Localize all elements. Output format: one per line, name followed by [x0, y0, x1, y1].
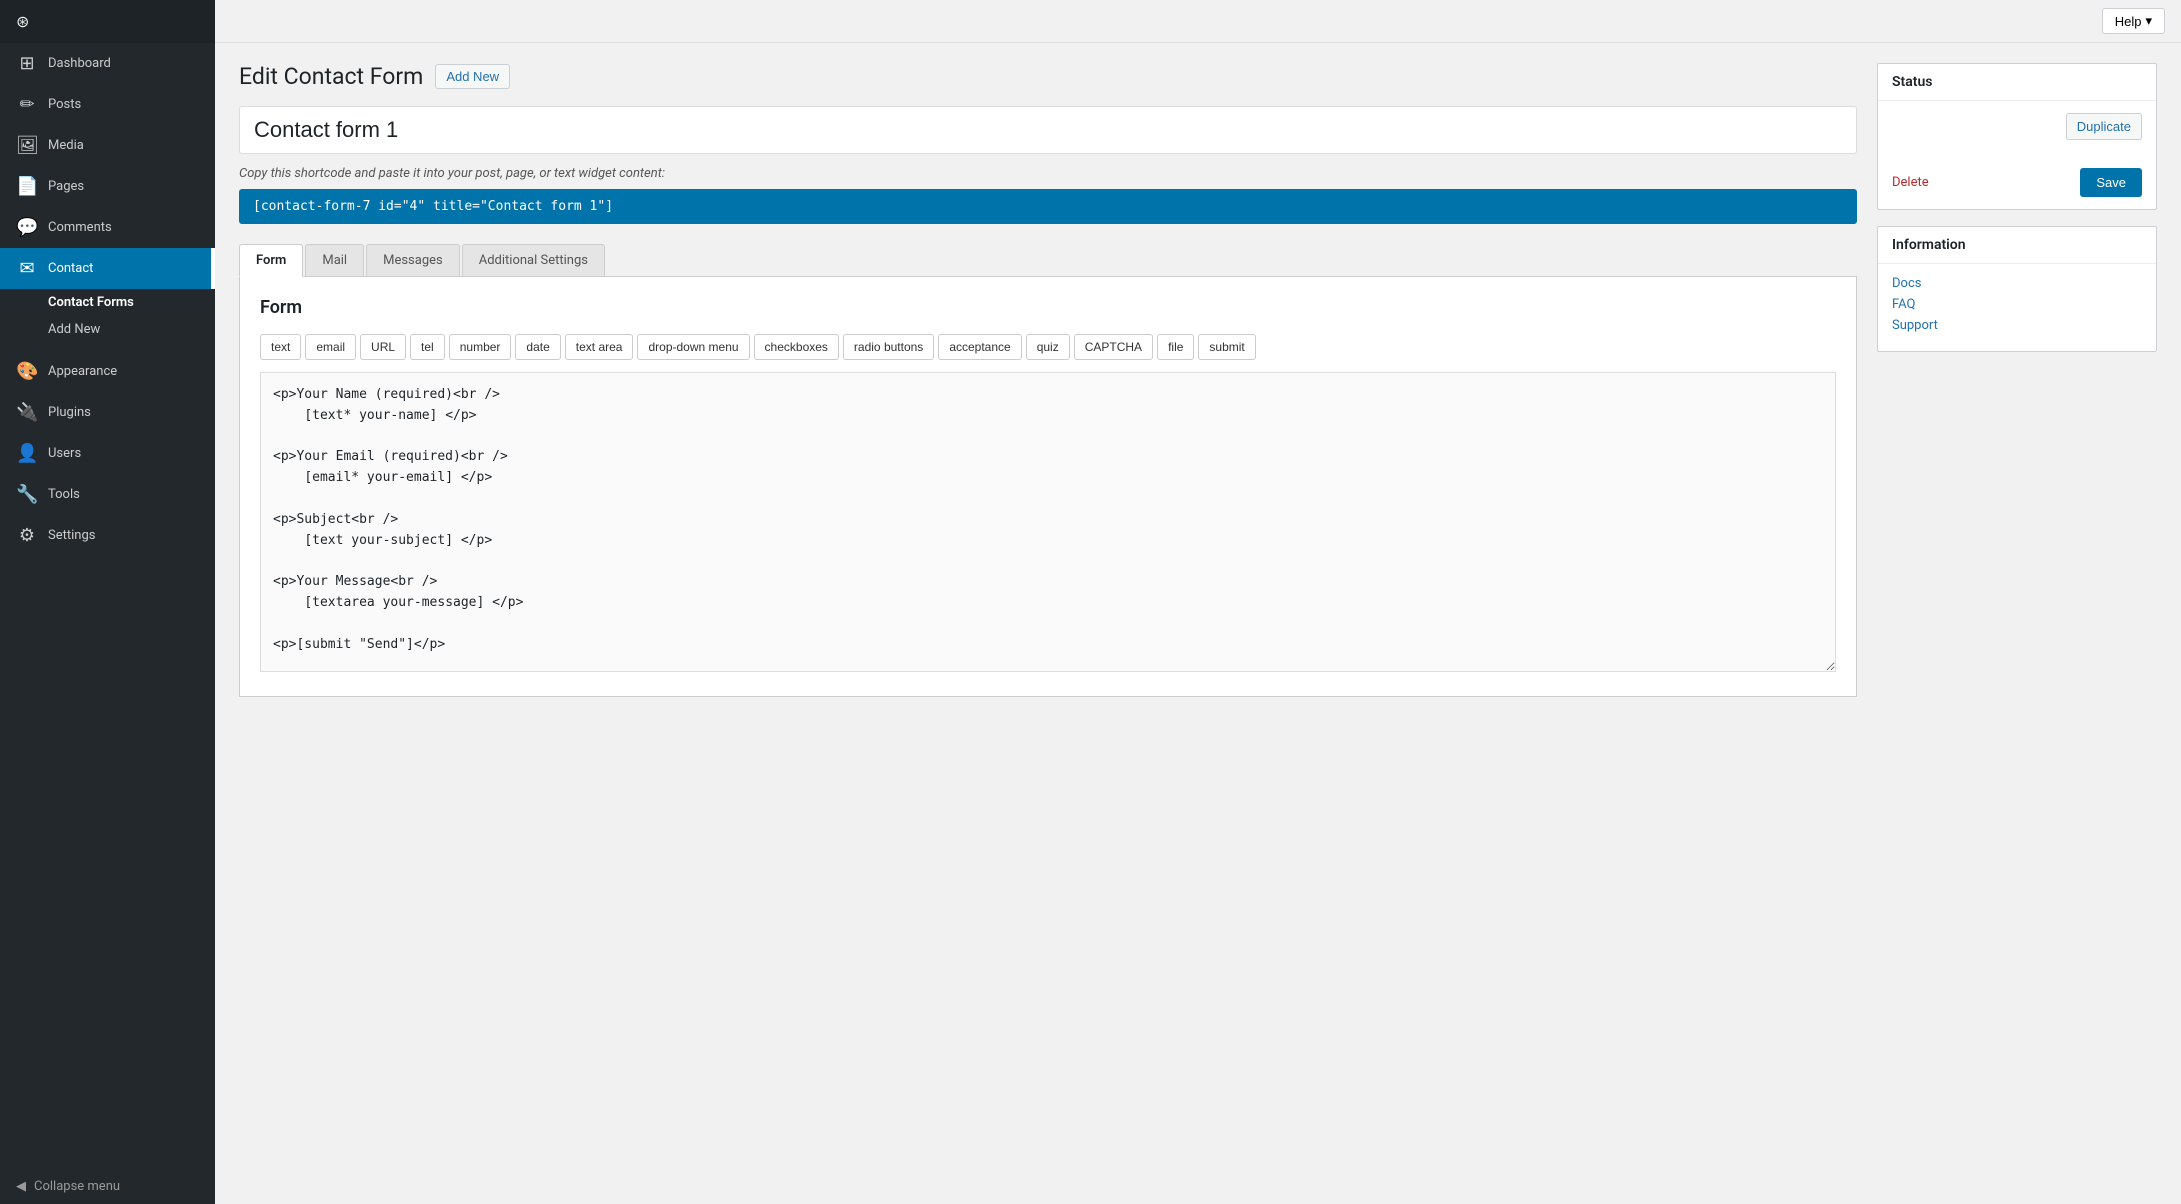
sidebar-item-label: Pages: [48, 179, 84, 194]
tab-form[interactable]: Form: [239, 244, 303, 277]
appearance-icon: 🎨: [16, 361, 38, 382]
comments-icon: 💬: [16, 217, 38, 238]
tag-button-email[interactable]: email: [305, 334, 356, 360]
dashboard-icon: ⊞: [16, 53, 38, 74]
wp-logo-icon: ⊛: [16, 12, 29, 31]
shortcode-box[interactable]: [contact-form-7 id="4" title="Contact fo…: [239, 189, 1857, 224]
sidebar-nav-contact[interactable]: ✉ Contact: [0, 248, 215, 289]
tag-button-text-area[interactable]: text area: [565, 334, 634, 360]
sidebar-nav-plugins[interactable]: 🔌 Plugins: [0, 392, 215, 433]
sidebar-item-label: Users: [48, 446, 81, 461]
tab-mail[interactable]: Mail: [305, 244, 364, 276]
sidebar-item-contact-forms[interactable]: Contact Forms: [0, 289, 215, 316]
media-icon: 🖼: [16, 135, 38, 156]
form-panel: Form textemailURLtelnumberdatetext aread…: [239, 277, 1857, 697]
sidebar-item-label: Contact: [48, 261, 93, 276]
tag-button-tel[interactable]: tel: [410, 334, 445, 360]
topbar: Help ▾: [215, 0, 2181, 43]
settings-icon: ⚙: [16, 525, 38, 546]
sidebar-item-label: Posts: [48, 97, 81, 112]
sidebar-nav-posts[interactable]: ✏ Posts: [0, 84, 215, 125]
main-column: Edit Contact Form Add New Copy this shor…: [239, 63, 1857, 1184]
form-name-input[interactable]: [239, 106, 1857, 154]
help-label: Help: [2115, 14, 2142, 29]
sidebar-nav-media[interactable]: 🖼 Media: [0, 125, 215, 166]
tag-button-captcha[interactable]: CAPTCHA: [1074, 334, 1153, 360]
shortcode-hint: Copy this shortcode and paste it into yo…: [239, 166, 1857, 181]
sidebar-nav-settings[interactable]: ⚙ Settings: [0, 515, 215, 556]
sidebar-item-label: Media: [48, 138, 84, 153]
add-new-button[interactable]: Add New: [435, 64, 510, 89]
tag-button-file[interactable]: file: [1157, 334, 1194, 360]
sidebar-item-label: Plugins: [48, 405, 91, 420]
sidebar-nav-comments[interactable]: 💬 Comments: [0, 207, 215, 248]
tag-button-date[interactable]: date: [515, 334, 560, 360]
page-title: Edit Contact Form: [239, 63, 423, 90]
collapse-menu[interactable]: ◀ Collapse menu: [0, 1169, 215, 1204]
contact-icon: ✉: [16, 258, 38, 279]
tag-button-drop-down-menu[interactable]: drop-down menu: [637, 334, 749, 360]
sidebar-nav-appearance[interactable]: 🎨 Appearance: [0, 351, 215, 392]
sidebar-item-label: Comments: [48, 220, 112, 235]
status-box-actions: Delete Save: [1878, 160, 2156, 209]
form-code-textarea[interactable]: [260, 372, 1836, 672]
duplicate-button[interactable]: Duplicate: [2066, 113, 2142, 140]
tag-button-number[interactable]: number: [449, 334, 512, 360]
info-link-support[interactable]: Support: [1892, 318, 2142, 333]
information-links: Docs FAQ Support: [1878, 264, 2156, 351]
sidebar-item-label: Dashboard: [48, 56, 111, 71]
tag-button-acceptance[interactable]: acceptance: [938, 334, 1021, 360]
side-column: Status Duplicate Delete Save Information…: [1877, 63, 2157, 1184]
help-button[interactable]: Help ▾: [2102, 8, 2165, 34]
save-button[interactable]: Save: [2080, 168, 2142, 197]
tab-messages[interactable]: Messages: [366, 244, 460, 276]
tag-button-radio-buttons[interactable]: radio buttons: [843, 334, 934, 360]
contact-submenu: Contact Forms Add New: [0, 289, 215, 351]
sidebar-logo: ⊛: [0, 0, 215, 43]
page-title-row: Edit Contact Form Add New: [239, 63, 1857, 90]
sidebar-nav-pages[interactable]: 📄 Pages: [0, 166, 215, 207]
help-chevron-icon: ▾: [2145, 13, 2152, 29]
sidebar-nav-tools[interactable]: 🔧 Tools: [0, 474, 215, 515]
information-box-title: Information: [1878, 227, 2156, 264]
content-area: Edit Contact Form Add New Copy this shor…: [215, 43, 2181, 1204]
form-panel-title: Form: [260, 297, 1836, 318]
collapse-icon: ◀: [16, 1179, 26, 1194]
tag-button-url[interactable]: URL: [360, 334, 406, 360]
status-box-title: Status: [1878, 64, 2156, 101]
information-box: Information Docs FAQ Support: [1877, 226, 2157, 352]
delete-link[interactable]: Delete: [1892, 175, 1929, 190]
tag-button-text[interactable]: text: [260, 334, 301, 360]
status-box: Status Duplicate Delete Save: [1877, 63, 2157, 210]
users-icon: 👤: [16, 443, 38, 464]
plugins-icon: 🔌: [16, 402, 38, 423]
tag-buttons-row: textemailURLtelnumberdatetext areadrop-d…: [260, 334, 1836, 360]
sidebar-item-label: Tools: [48, 487, 80, 502]
tabs-row: Form Mail Messages Additional Settings: [239, 244, 1857, 277]
sidebar-item-label: Settings: [48, 528, 95, 543]
pages-icon: 📄: [16, 176, 38, 197]
info-link-faq[interactable]: FAQ: [1892, 297, 2142, 312]
tab-additional-settings[interactable]: Additional Settings: [462, 244, 605, 276]
posts-icon: ✏: [16, 94, 38, 115]
sidebar-item-label: Appearance: [48, 364, 117, 379]
sidebar: ⊛ ⊞ Dashboard ✏ Posts 🖼 Media 📄 Pages 💬 …: [0, 0, 215, 1204]
tag-button-submit[interactable]: submit: [1198, 334, 1255, 360]
status-box-content: Duplicate: [1878, 101, 2156, 160]
sidebar-nav-dashboard[interactable]: ⊞ Dashboard: [0, 43, 215, 84]
tools-icon: 🔧: [16, 484, 38, 505]
active-indicator: [211, 248, 215, 289]
sidebar-item-add-new[interactable]: Add New: [0, 316, 215, 343]
tag-button-checkboxes[interactable]: checkboxes: [754, 334, 839, 360]
main-area: Help ▾ Edit Contact Form Add New Copy th…: [215, 0, 2181, 1204]
sidebar-nav-users[interactable]: 👤 Users: [0, 433, 215, 474]
info-link-docs[interactable]: Docs: [1892, 276, 2142, 291]
collapse-label: Collapse menu: [34, 1179, 120, 1194]
tag-button-quiz[interactable]: quiz: [1026, 334, 1070, 360]
